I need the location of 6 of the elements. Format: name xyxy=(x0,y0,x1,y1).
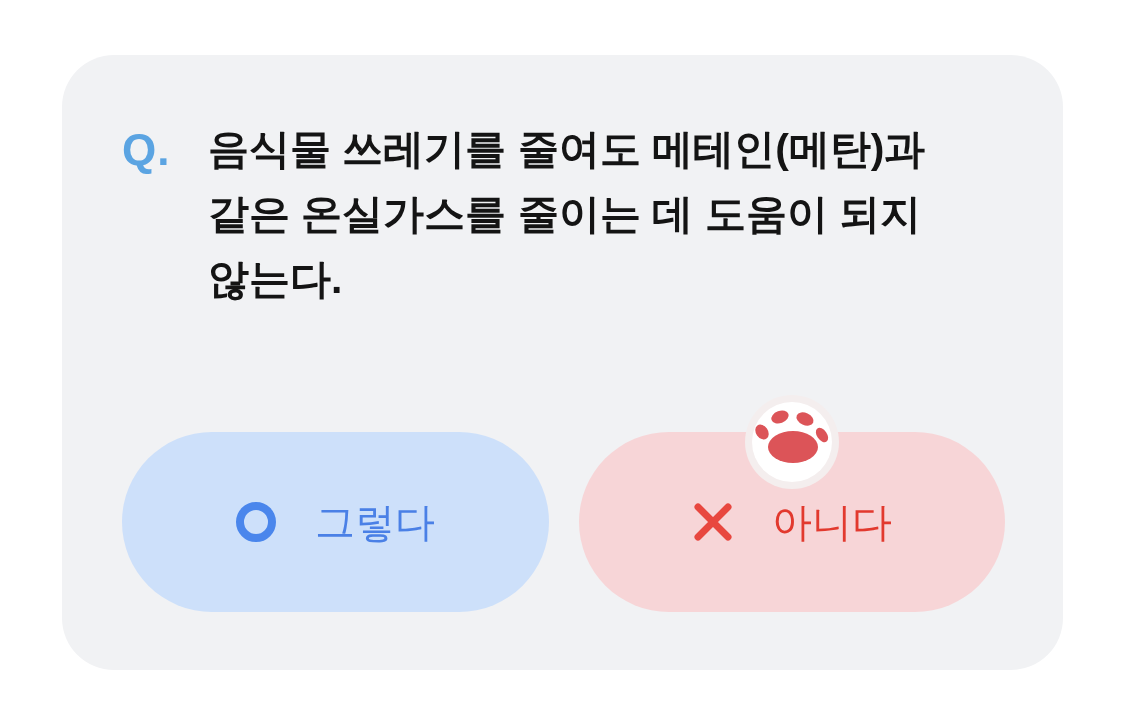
answer-button[interactable]: 그렇다 xyxy=(122,432,549,612)
question-text: 음식물 쓰레기를 줄여도 메테인(메탄)과 같은 온실가스를 줄이는 데 도움이 되지 않는다. xyxy=(208,125,927,304)
question-marker: Q. xyxy=(122,124,172,176)
ring-icon xyxy=(235,501,278,543)
cross-icon xyxy=(691,501,734,543)
answer-button[interactable]: 아니다 xyxy=(578,432,1005,612)
